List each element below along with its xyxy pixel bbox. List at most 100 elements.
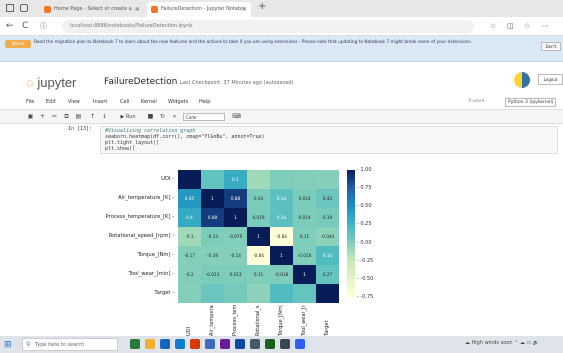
menu-insert[interactable]: Insert <box>93 99 107 105</box>
app-icon[interactable] <box>220 339 230 349</box>
heatmap-cell <box>293 284 316 303</box>
mail-icon[interactable] <box>205 339 215 349</box>
weather-text: High winds soon <box>471 340 513 346</box>
reload-icon[interactable]: C <box>22 20 28 32</box>
save-icon[interactable]: ▣ <box>26 113 35 121</box>
notice-badge: Notice <box>5 40 31 48</box>
menu-cell[interactable]: Cell <box>120 99 129 105</box>
app-icon[interactable] <box>130 339 140 349</box>
windows-taskbar: ⊞ ⚲ Type here to search ☁ High winds soo… <box>0 336 563 353</box>
stop-icon[interactable]: ■ <box>146 113 155 121</box>
browser-tab-notebook[interactable]: FailureDetection - Jupyter Notebo ✕ <box>147 2 251 17</box>
app-icon[interactable] <box>295 339 305 349</box>
heatmap-cell: 0.45 <box>178 189 201 208</box>
menu-kernel[interactable]: Kernel <box>141 99 157 105</box>
app-icon[interactable] <box>250 339 260 349</box>
info-icon[interactable]: ⓘ <box>40 20 47 32</box>
heatmap-cell: -0.044 <box>316 227 339 246</box>
split-screen-icon[interactable]: ◫ <box>507 20 514 32</box>
move-up-icon[interactable]: ↑ <box>88 113 97 121</box>
close-tab-icon[interactable]: ✕ <box>242 2 247 17</box>
heatmap-row-label: Process_temperature_[K] - <box>105 214 174 220</box>
notebook-title[interactable]: FailureDetection <box>104 77 177 87</box>
heatmap-row-label: Rotational_speed_[rpm] - <box>108 233 174 239</box>
heatmap-cell: 0.11 <box>247 265 270 284</box>
back-arrow-icon[interactable]: ← <box>6 20 14 32</box>
store-icon[interactable] <box>175 339 185 349</box>
notebook-toolbar: ▣ + ✂ ⧉ ▤ ↑ ↓ ▶ Run ■ ↻ » Code ⌨ <box>0 110 563 124</box>
logout-button[interactable]: Logout <box>538 74 563 85</box>
url-input[interactable]: localhost:8888/notebooks/FailureDetectio… <box>62 20 474 33</box>
command-palette-icon[interactable]: ⌨ <box>232 113 241 121</box>
close-tab-icon[interactable]: ✕ <box>135 2 140 17</box>
menu-view[interactable]: View <box>68 99 80 105</box>
heatmap-cell: 0.014 <box>293 189 316 208</box>
menu-help[interactable]: Help <box>199 99 210 105</box>
edge-icon[interactable] <box>160 339 170 349</box>
heatmap-cell <box>247 170 270 189</box>
colorbar <box>347 170 355 297</box>
heatmap-cell: 0.42 <box>316 189 339 208</box>
heatmap-cell: 0.19 <box>316 208 339 227</box>
heatmap-row-label: Torque_[Nm] - <box>137 252 174 258</box>
jupyter-logo[interactable]: ◌ jupyter <box>26 75 76 90</box>
more-options-icon[interactable]: ⋯ <box>542 20 549 32</box>
trusted-indicator[interactable]: Trusted <box>468 99 485 104</box>
menu-widgets[interactable]: Widgets <box>168 99 188 105</box>
browser-tab-home[interactable]: Home Page - Select or create a ... ✕ <box>40 2 144 17</box>
heatmap-cell: 1 <box>224 208 247 227</box>
system-tray[interactable]: ☁ High winds soon ⌃ ☁ ▭ 🔊 <box>465 340 539 346</box>
restart-icon[interactable]: ↻ <box>158 113 167 121</box>
heatmap-cell: 0.11 <box>293 227 316 246</box>
menu-file[interactable]: File <box>26 99 34 105</box>
add-cell-icon[interactable]: + <box>38 113 47 121</box>
heatmap-cell: 1 <box>293 265 316 284</box>
heatmap-column-label: Process_temperature_[K] <box>232 305 238 336</box>
menu-edit[interactable]: Edit <box>46 99 56 105</box>
taskbar-search-input[interactable]: ⚲ Type here to search <box>22 338 118 351</box>
search-placeholder: Type here to search <box>35 342 85 348</box>
file-explorer-icon[interactable] <box>145 339 155 349</box>
kernel-indicator[interactable]: Python 3 (ipykernel) <box>505 98 557 107</box>
cell-type-select[interactable]: Code <box>183 113 225 121</box>
heatmap-cell: 0.14 <box>270 208 293 227</box>
notebook-area: In [13]: #Visualizing correlation graph … <box>0 124 563 336</box>
app-icon[interactable] <box>280 339 290 349</box>
jupyter-favicon-icon <box>151 6 158 13</box>
jupyter-favicon-icon <box>44 6 51 13</box>
new-tab-button[interactable]: + <box>258 1 266 12</box>
collections-icon[interactable]: ☆ <box>524 20 530 32</box>
tab-actions-icon[interactable] <box>20 4 28 12</box>
heatmap-cell: 0.88 <box>201 208 224 227</box>
heatmap-column-label: UDI <box>186 327 192 336</box>
heatmap-cell <box>316 170 339 189</box>
move-down-icon[interactable]: ↓ <box>100 113 109 121</box>
heatmap-cell: -0.14 <box>224 246 247 265</box>
heatmap-cell <box>293 170 316 189</box>
heatmap-cell: -0.013 <box>201 265 224 284</box>
notice-dismiss-button[interactable]: Don't <box>541 42 561 51</box>
cell-type-value: Code <box>186 115 197 120</box>
jupyter-header: ◌ jupyter FailureDetection Last Checkpoi… <box>0 62 563 96</box>
heatmap-cell: 0.27 <box>316 265 339 284</box>
windows-start-icon[interactable]: ⊞ <box>4 340 12 350</box>
heatmap-column-label: Torque_[Nm] <box>278 305 284 336</box>
run-button[interactable]: ▶ Run <box>114 113 142 121</box>
copy-icon[interactable]: ⧉ <box>62 113 71 121</box>
heatmap-column-label: Target <box>324 320 330 336</box>
colorbar-tick-label: - 0.00 <box>357 239 372 246</box>
heatmap-cell: -0.84 <box>247 246 270 265</box>
window-menu-icon[interactable] <box>6 4 14 12</box>
office-icon[interactable] <box>190 339 200 349</box>
cut-icon[interactable]: ✂ <box>50 113 59 121</box>
heatmap-cell: -0.84 <box>270 227 293 246</box>
heatmap-cell: -0.18 <box>201 246 224 265</box>
heatmap-cell: 0.4 <box>178 208 201 227</box>
heatmap-row-label: Tool_wear_[min] - <box>128 271 174 277</box>
app-icon[interactable] <box>265 339 275 349</box>
app-icon[interactable] <box>235 339 245 349</box>
paste-icon[interactable]: ▤ <box>74 113 83 121</box>
favorites-star-icon[interactable]: ☆ <box>490 20 496 32</box>
fast-forward-icon[interactable]: » <box>170 113 179 121</box>
heatmap-cell: 0.013 <box>224 265 247 284</box>
